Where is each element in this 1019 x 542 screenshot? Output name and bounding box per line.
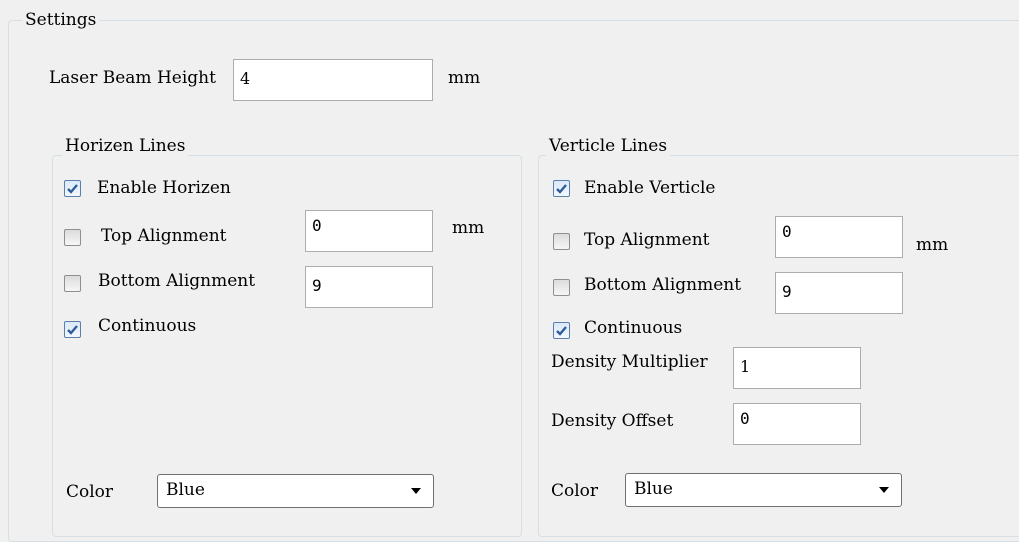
color-label-h: Color [66, 482, 114, 502]
verticle-lines-title: Verticle Lines [546, 136, 671, 156]
enable-verticle-label: Enable Verticle [584, 178, 716, 198]
color-select-h[interactable]: Blue [157, 474, 434, 508]
top-alignment-input-h[interactable]: 0 [305, 210, 433, 252]
horizen-lines-title: Horizen Lines [62, 136, 189, 156]
color-select-v[interactable]: Blue [625, 473, 902, 507]
settings-group-title: Settings [22, 10, 100, 30]
density-offset-input[interactable]: 0 [733, 403, 861, 445]
color-select-value-v: Blue [634, 479, 673, 499]
chevron-down-icon [879, 487, 889, 493]
color-select-value-h: Blue [166, 480, 205, 500]
laser-beam-height-input[interactable]: 4 [233, 59, 433, 101]
continuous-label-v: Continuous [584, 318, 683, 338]
enable-verticle-checkbox[interactable] [553, 180, 570, 197]
continuous-checkbox-h[interactable] [64, 321, 81, 338]
bottom-alignment-input-h[interactable]: 9 [305, 266, 433, 308]
density-multiplier-label: Density Multiplier [551, 352, 708, 372]
check-icon [67, 184, 78, 194]
laser-beam-height-unit: mm [448, 68, 481, 88]
chevron-down-icon [411, 488, 421, 494]
bottom-alignment-checkbox-v[interactable] [553, 279, 570, 296]
top-alignment-unit-h: mm [452, 218, 485, 238]
continuous-checkbox-v[interactable] [553, 322, 570, 339]
color-label-v: Color [551, 481, 599, 501]
bottom-alignment-label-v: Bottom Alignment [584, 275, 742, 295]
top-alignment-label-h: Top Alignment [101, 226, 227, 246]
top-alignment-checkbox-h[interactable] [64, 229, 81, 246]
enable-horizen-label: Enable Horizen [97, 178, 231, 198]
laser-beam-height-label: Laser Beam Height [49, 68, 216, 88]
top-alignment-input-v[interactable]: 0 [775, 216, 903, 258]
top-alignment-checkbox-v[interactable] [553, 233, 570, 250]
enable-horizen-checkbox[interactable] [64, 180, 81, 197]
bottom-alignment-checkbox-h[interactable] [64, 275, 81, 292]
continuous-label-h: Continuous [98, 316, 197, 336]
bottom-alignment-label-h: Bottom Alignment [98, 271, 256, 291]
density-multiplier-input[interactable]: 1 [733, 347, 861, 389]
bottom-alignment-input-v[interactable]: 9 [775, 272, 903, 314]
check-icon [556, 326, 567, 336]
check-icon [556, 184, 567, 194]
density-offset-label: Density Offset [551, 411, 674, 431]
top-alignment-label-v: Top Alignment [584, 230, 710, 250]
check-icon [67, 325, 78, 335]
top-alignment-unit-v: mm [916, 235, 949, 255]
